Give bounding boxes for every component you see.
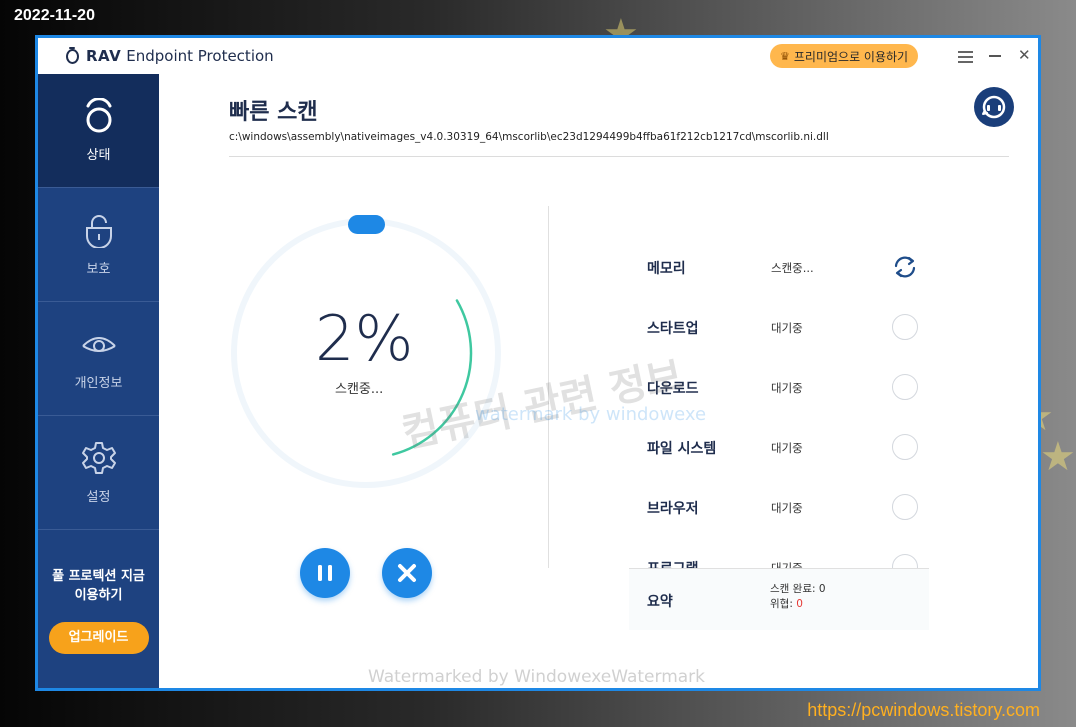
sidebar-item-status[interactable]: 상태 (38, 74, 159, 188)
scan-item-name: 다운로드 (647, 381, 699, 397)
brand-name: RAV (86, 47, 122, 65)
brand-subtitle: Endpoint Protection (126, 47, 274, 65)
sidebar-item-protection[interactable]: 보호 (38, 188, 159, 302)
pending-circle-icon (892, 494, 918, 520)
scanned-count: 0 (818, 583, 826, 595)
eye-icon (81, 337, 116, 352)
scanned-line: 스캔 완료: 0 (770, 582, 826, 597)
premium-button[interactable]: ♛ 프리미엄으로 이용하기 (770, 44, 919, 68)
lock-icon (85, 215, 112, 248)
main-panel: 빠른 스캔 c:\windows\assembly\nativeimages_v… (159, 74, 1038, 688)
sidebar-item-settings[interactable]: 설정 (38, 416, 159, 530)
scan-item-name: 메모리 (647, 261, 686, 277)
pending-circle-icon (892, 434, 918, 460)
status-icon (86, 98, 111, 133)
scan-item-status: 대기중 (771, 501, 803, 515)
scan-item-status: 스캔중... (771, 261, 814, 275)
minimize-button[interactable] (989, 55, 1001, 57)
gear-icon (81, 442, 116, 474)
refresh-icon (894, 256, 916, 278)
close-button[interactable]: ✕ (1018, 46, 1031, 64)
scan-item-status: 대기중 (771, 381, 803, 395)
headset-icon (982, 95, 1006, 119)
watermark-bottom: Watermarked by WindowexeWatermark (368, 667, 706, 687)
premium-label: 프리미엄으로 이용하기 (793, 49, 909, 64)
page-title: 빠른 스캔 (229, 100, 318, 125)
scan-item-name: 파일 시스템 (647, 441, 717, 457)
site-url: https://pcwindows.tistory.com (807, 700, 1040, 720)
progress-knob (348, 215, 385, 234)
threat-line: 위협: 0 (770, 597, 826, 612)
scan-item-name: 스타트업 (647, 321, 699, 337)
decorative-star-icon: ★ (1040, 434, 1076, 480)
promo-line: 풀 프로텍션 지금 (52, 569, 145, 584)
scanned-label: 스캔 완료: (770, 583, 816, 595)
sidebar: 상태 보호 개인정보 설정 풀 프로텍션 지금 이용하기 업그레이드 (38, 74, 159, 688)
pause-button[interactable] (300, 548, 350, 598)
menu-icon[interactable] (958, 51, 973, 63)
pending-circle-icon (892, 374, 918, 400)
upgrade-button[interactable]: 업그레이드 (48, 622, 149, 654)
sidebar-item-privacy[interactable]: 개인정보 (38, 302, 159, 416)
title-divider (229, 156, 1009, 157)
crown-icon: ♛ (780, 49, 790, 63)
scan-summary: 요약 스캔 완료: 0 위협: 0 (629, 568, 929, 630)
progress-label: 스캔중... (335, 382, 384, 397)
pending-circle-icon (892, 314, 918, 340)
sidebar-item-label: 설정 (86, 490, 111, 505)
cancel-scan-button[interactable] (382, 548, 432, 598)
titlebar: RAV Endpoint Protection ♛ 프리미엄으로 이용하기 ✕ (38, 38, 1038, 74)
sidebar-item-label: 보호 (86, 262, 111, 277)
pause-icon (318, 565, 332, 581)
scan-item-status: 대기중 (771, 321, 803, 335)
sidebar-item-label: 상태 (86, 148, 111, 163)
vertical-divider (548, 206, 549, 568)
brand: RAV Endpoint Protection (64, 44, 274, 65)
promo-line: 이용하기 (74, 588, 123, 603)
progress-percent: 2% (315, 302, 414, 375)
current-scan-path: c:\windows\assembly\nativeimages_v4.0.30… (229, 131, 829, 143)
app-window: RAV Endpoint Protection ♛ 프리미엄으로 이용하기 ✕ … (35, 35, 1041, 691)
promo-text: 풀 프로텍션 지금 이용하기 (38, 567, 159, 605)
rav-logo-icon (64, 44, 79, 64)
summary-label: 요약 (647, 594, 673, 610)
close-icon (398, 564, 416, 582)
threat-count: 0 (796, 598, 803, 610)
promo-panel: 풀 프로텍션 지금 이용하기 업그레이드 (38, 530, 159, 688)
scan-item-name: 브라우저 (647, 501, 699, 517)
support-button[interactable] (974, 87, 1014, 127)
desktop-date: 2022-11-20 (14, 7, 95, 24)
sidebar-item-label: 개인정보 (74, 376, 123, 391)
summary-values: 스캔 완료: 0 위협: 0 (770, 582, 826, 612)
scan-item-status: 대기중 (771, 441, 803, 455)
threat-label: 위협: (770, 598, 793, 610)
